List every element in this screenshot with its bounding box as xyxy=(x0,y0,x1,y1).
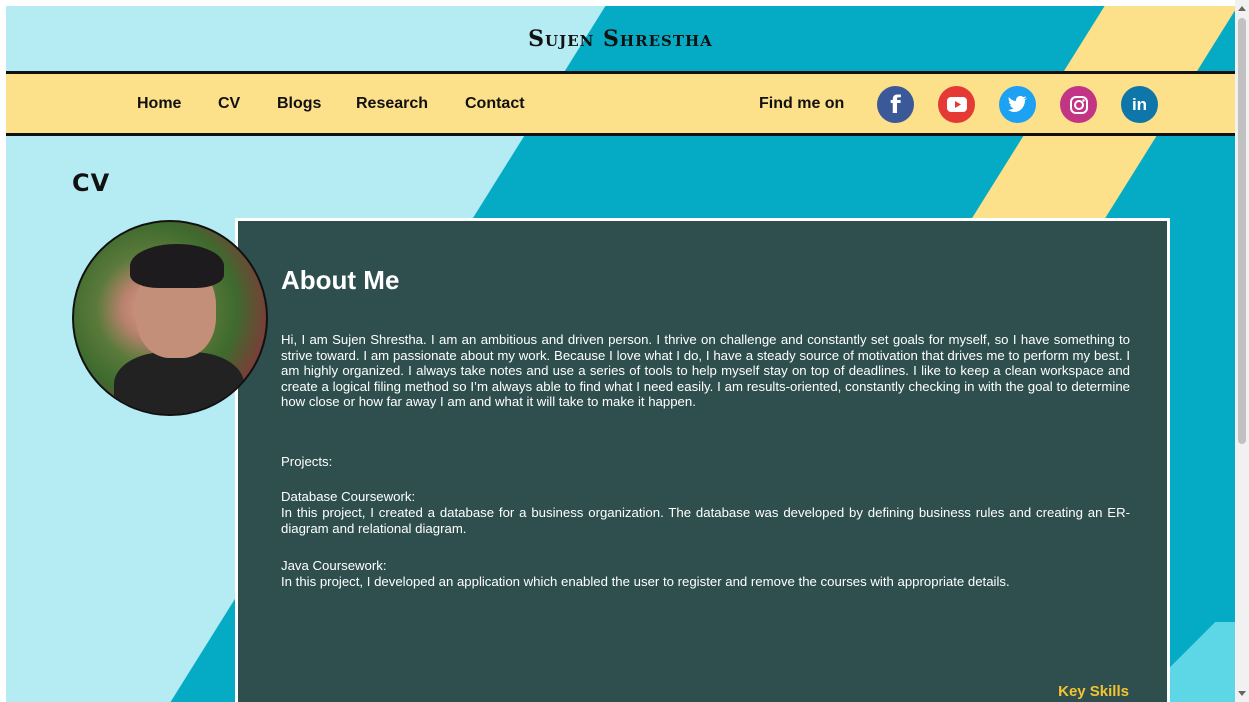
nav-blogs[interactable]: Blogs xyxy=(277,74,321,133)
nav-home[interactable]: Home xyxy=(137,74,181,133)
scrollbar[interactable] xyxy=(1235,0,1249,702)
avatar-body xyxy=(114,352,244,414)
key-skills-link[interactable]: Key Skills xyxy=(1058,683,1129,700)
linkedin-icon[interactable]: in xyxy=(1121,86,1158,123)
nav-cv[interactable]: CV xyxy=(218,74,240,133)
scroll-up-icon[interactable] xyxy=(1238,6,1246,11)
scroll-down-icon[interactable] xyxy=(1238,691,1246,696)
nav-research[interactable]: Research xyxy=(356,74,428,133)
header: Sujen Shrestha xyxy=(6,6,1235,72)
twitter-icon[interactable] xyxy=(999,86,1036,123)
youtube-icon[interactable] xyxy=(938,86,975,123)
linkedin-glyph: in xyxy=(1131,94,1148,114)
site-title: Sujen Shrestha xyxy=(528,26,713,52)
about-title: About Me xyxy=(281,265,400,295)
facebook-glyph: f xyxy=(890,90,901,119)
page-heading: CV xyxy=(72,169,111,197)
nav-contact[interactable]: Contact xyxy=(465,74,525,133)
page-viewport: Sujen Shrestha Home CV Blogs Research Co… xyxy=(6,6,1235,702)
avatar-hair xyxy=(130,244,224,288)
avatar xyxy=(72,220,268,416)
project2-title: Java Coursework: xyxy=(281,558,387,573)
scrollbar-thumb[interactable] xyxy=(1238,18,1246,444)
find-me-label: Find me on xyxy=(759,95,845,112)
projects-label: Projects: xyxy=(281,454,333,469)
nav-bar: Home CV Blogs Research Contact Find me o… xyxy=(6,71,1235,136)
instagram-glyph xyxy=(1069,95,1088,114)
about-intro: Hi, I am Sujen Shrestha. I am an ambitio… xyxy=(281,332,1130,410)
facebook-icon[interactable]: f xyxy=(877,86,914,123)
project1-desc: In this project, I created a database fo… xyxy=(281,505,1130,536)
twitter-glyph xyxy=(1007,96,1027,112)
project2-desc: In this project, I developed an applicat… xyxy=(281,574,1010,589)
youtube-glyph xyxy=(946,97,967,112)
project1-title: Database Coursework: xyxy=(281,489,416,504)
instagram-icon[interactable] xyxy=(1060,86,1097,123)
about-panel: About Me Hi, I am Sujen Shrestha. I am a… xyxy=(235,218,1170,702)
